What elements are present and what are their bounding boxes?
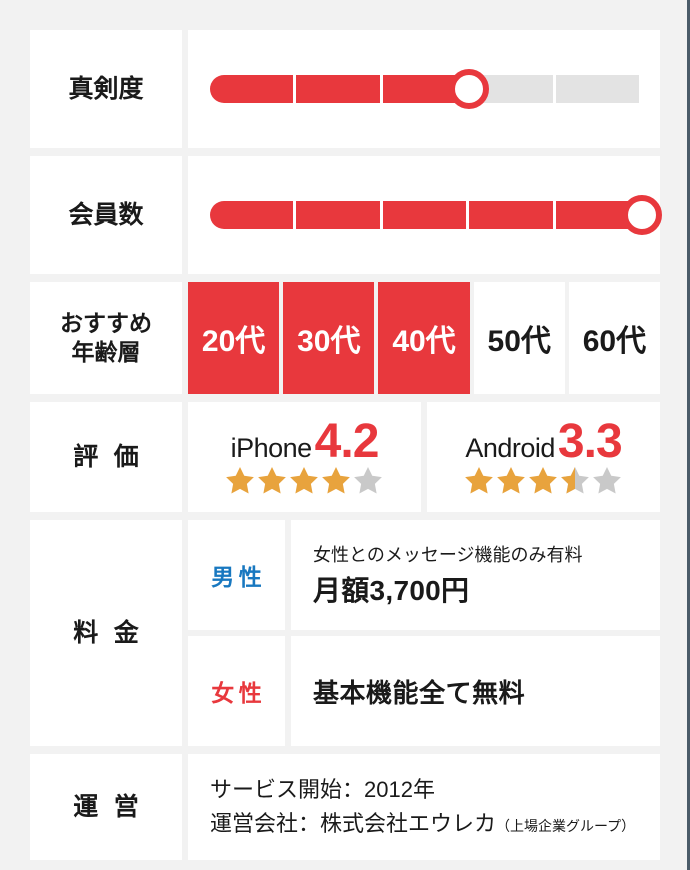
fee-detail-female: 基本機能全て無料	[291, 636, 660, 746]
rating-os-label-android: Android	[465, 432, 555, 463]
row-value-operator: サービス開始：2012年 運営会社：株式会社エウレカ（上場企業グループ）	[188, 754, 660, 860]
table-row-seriousness: 真剣度	[30, 30, 660, 148]
meter-segment	[210, 201, 294, 229]
table-row-rating: 評価 iPhone 4.2 Android 3.3	[30, 402, 660, 512]
star-icon-full	[225, 467, 254, 494]
star-icon-full	[528, 467, 557, 494]
row-label-fee: 料金	[30, 520, 182, 746]
members-meter	[210, 195, 662, 235]
meter-knob-icon	[449, 69, 490, 109]
star-icon-full	[289, 467, 318, 494]
star-icon-full	[257, 467, 286, 494]
meter-segment	[382, 201, 467, 229]
fee-gender-female: 女性	[188, 636, 285, 746]
star-icon-full	[464, 467, 493, 494]
age-cell-60: 60代	[568, 282, 661, 394]
rating-head-android: Android 3.3	[465, 414, 623, 468]
age-cell-20: 20代	[188, 282, 280, 394]
meter-segment	[469, 201, 553, 229]
fee-line-female: 女性 基本機能全て無料	[188, 636, 660, 746]
rating-os-label-iphone: iPhone	[230, 432, 313, 463]
table-row-operator: 運営 サービス開始：2012年 運営会社：株式会社エウレカ（上場企業グループ）	[30, 754, 660, 860]
rating-head-iphone: iPhone 4.2	[230, 414, 380, 468]
meter-segment	[296, 75, 380, 103]
row-label-seriousness: 真剣度	[30, 30, 182, 148]
meter-knob-icon	[622, 195, 662, 235]
app-spec-table: 真剣度 会員数 おすすめ 年齢層 20代 30代 40代 50代 60代 評価 …	[30, 30, 662, 860]
star-icon-empty	[353, 467, 382, 494]
operator-company-line: 運営会社：株式会社エウレカ（上場企業グループ）	[210, 807, 635, 841]
table-row-fee: 料金 男性 女性とのメッセージ機能のみ有料 月額3,700円 女性 基本機能全て…	[30, 520, 660, 746]
age-cell-50: 50代	[473, 282, 565, 394]
fee-detail-male: 女性とのメッセージ機能のみ有料 月額3,700円	[291, 520, 660, 630]
operator-company-name: 運営会社：株式会社エウレカ	[210, 811, 497, 836]
table-row-members: 会員数	[30, 156, 662, 274]
star-icon-full	[496, 467, 525, 494]
operator-company-suffix: （上場企業グループ）	[496, 818, 636, 834]
fee-price-male: 月額3,700円	[313, 575, 470, 606]
row-value-seriousness	[188, 30, 660, 148]
row-label-operator: 運営	[30, 754, 182, 860]
seriousness-meter	[210, 69, 642, 109]
row-label-age-group: おすすめ 年齢層	[30, 282, 182, 394]
fee-note-male: 女性とのメッセージ機能のみ有料	[313, 545, 583, 565]
meter-segment	[296, 201, 380, 229]
rating-score-android: 3.3	[557, 414, 623, 468]
meter-segment	[555, 75, 640, 103]
row-value-rating: iPhone 4.2 Android 3.3	[188, 402, 660, 512]
age-cell-40: 40代	[378, 282, 470, 394]
row-label-age-line1: おすすめ	[60, 309, 152, 336]
star-rating-android	[464, 465, 624, 495]
fee-note-female: 基本機能全て無料	[313, 677, 526, 708]
fee-line-male: 男性 女性とのメッセージ機能のみ有料 月額3,700円	[188, 520, 660, 630]
star-icon-empty	[592, 467, 621, 494]
star-icon-half	[560, 467, 589, 494]
row-label-members: 会員数	[30, 156, 182, 274]
age-cell-30: 30代	[283, 282, 375, 394]
rating-score-iphone: 4.2	[314, 414, 380, 468]
row-label-age-line2: 年齢層	[71, 339, 141, 365]
meter-segment	[210, 75, 294, 103]
row-value-members	[188, 156, 662, 274]
star-rating-iphone	[225, 465, 385, 495]
rating-cell-iphone: iPhone 4.2	[188, 402, 421, 512]
fee-gender-male: 男性	[188, 520, 285, 630]
row-value-fee: 男性 女性とのメッセージ機能のみ有料 月額3,700円 女性 基本機能全て無料	[188, 520, 660, 746]
rating-cell-android: Android 3.3	[427, 402, 660, 512]
star-icon-full	[321, 467, 350, 494]
operator-service-start: サービス開始：2012年	[210, 776, 435, 802]
table-row-age-group: おすすめ 年齢層 20代 30代 40代 50代 60代	[30, 282, 661, 394]
row-value-age-group: 20代 30代 40代 50代 60代	[188, 282, 661, 394]
row-label-rating: 評価	[30, 402, 182, 512]
